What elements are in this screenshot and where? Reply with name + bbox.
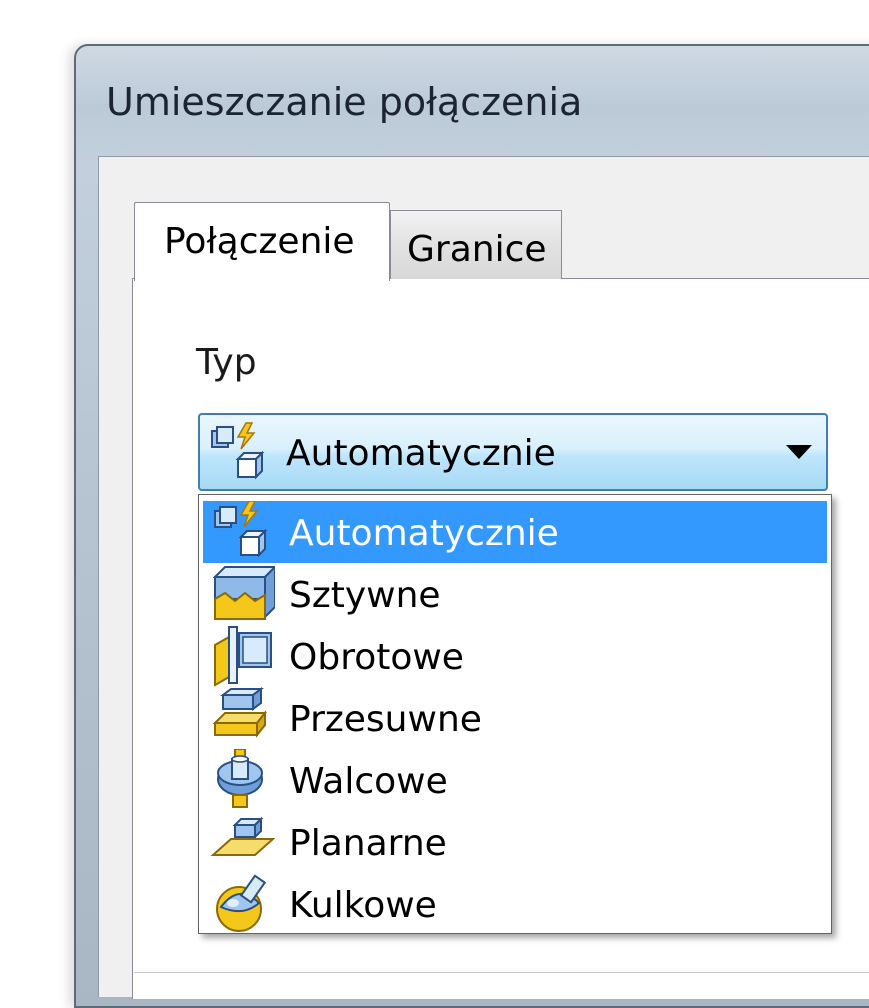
- automatic-joint-icon: [211, 422, 265, 480]
- list-item-sztywne[interactable]: Sztywne: [203, 563, 827, 625]
- list-item-kulkowe[interactable]: Kulkowe: [203, 873, 827, 935]
- list-item-label: Planarne: [289, 823, 447, 864]
- list-item-label: Automatycznie: [289, 513, 559, 554]
- list-item-przesuwne[interactable]: Przesuwne: [203, 687, 827, 749]
- slider-joint-icon: [212, 687, 268, 738]
- tab-label: Granice: [407, 229, 547, 270]
- joint-type-dropdown-list: Automatycznie Sztywne Obrotowe Przesuwne…: [198, 494, 832, 934]
- list-item-obrotowe[interactable]: Obrotowe: [203, 625, 827, 687]
- list-item-planarne[interactable]: Planarne: [203, 811, 827, 873]
- automatic-joint-icon: [214, 501, 268, 558]
- tab-granice[interactable]: Granice: [390, 210, 562, 279]
- divider: [134, 972, 869, 973]
- window-title: Umieszczanie połączenia: [106, 80, 583, 124]
- ball-joint-icon: [216, 874, 267, 932]
- cylindrical-joint-icon: [217, 749, 263, 808]
- list-item-walcowe[interactable]: Walcowe: [203, 749, 827, 811]
- list-item-label: Kulkowe: [289, 885, 437, 926]
- list-item-label: Sztywne: [289, 575, 441, 616]
- joint-type-combobox[interactable]: Automatycznie: [198, 413, 828, 491]
- list-item-automatycznie[interactable]: Automatycznie: [203, 501, 827, 563]
- tab-polaczenie[interactable]: Połączenie: [134, 202, 390, 281]
- rigid-joint-icon: [212, 565, 275, 620]
- combobox-value: Automatycznie: [286, 433, 556, 474]
- tab-label: Połączenie: [164, 221, 355, 262]
- type-label: Typ: [196, 342, 257, 383]
- chevron-down-icon[interactable]: [786, 445, 812, 459]
- list-item-label: Obrotowe: [289, 637, 464, 678]
- planar-joint-icon: [210, 816, 275, 856]
- list-item-label: Walcowe: [289, 761, 448, 802]
- rotational-joint-icon: [214, 626, 272, 687]
- list-item-label: Przesuwne: [289, 699, 482, 740]
